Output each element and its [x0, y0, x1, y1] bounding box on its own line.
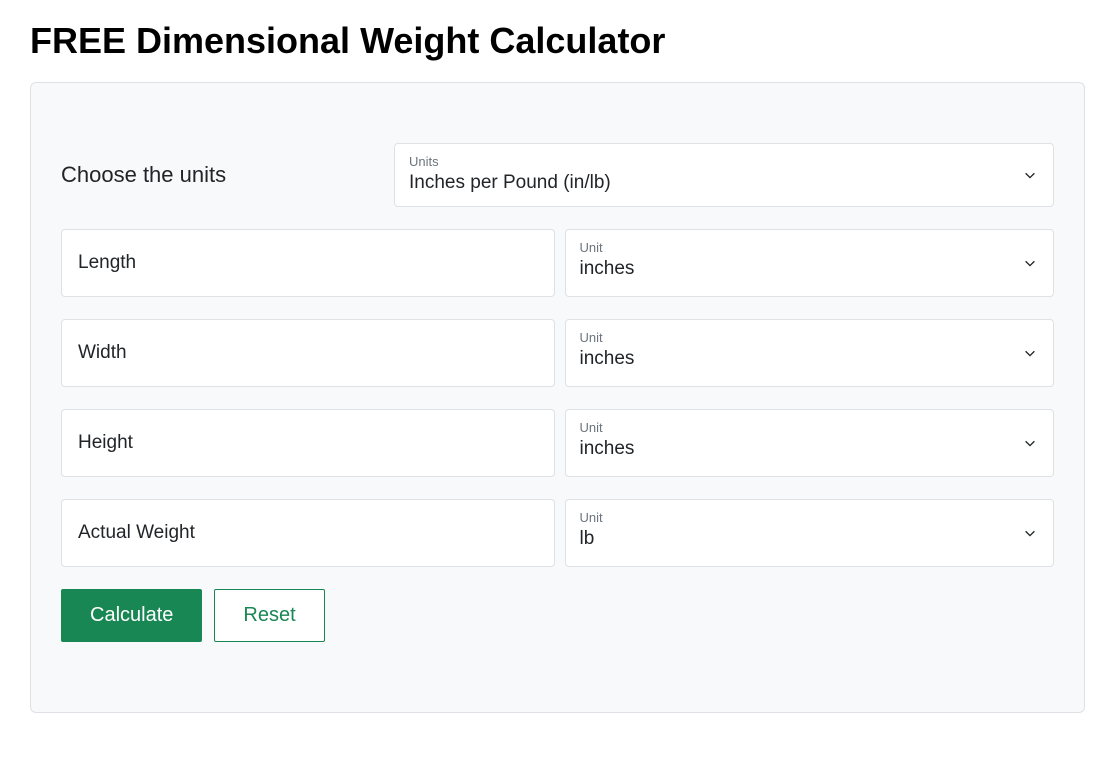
length-row: Unit inches [61, 229, 1054, 297]
chevron-down-icon [1023, 346, 1037, 360]
units-select-label: Units [409, 154, 1039, 170]
page-title: FREE Dimensional Weight Calculator [30, 20, 1087, 62]
reset-button[interactable]: Reset [214, 589, 324, 642]
weight-unit-value: lb [580, 526, 1040, 553]
height-row: Unit inches [61, 409, 1054, 477]
units-row: Choose the units Units Inches per Pound … [61, 143, 1054, 207]
chevron-down-icon [1023, 526, 1037, 540]
width-row: Unit inches [61, 319, 1054, 387]
chevron-down-icon [1023, 256, 1037, 270]
actual-weight-input[interactable] [61, 499, 555, 567]
calculate-button[interactable]: Calculate [61, 589, 202, 642]
units-select-value: Inches per Pound (in/lb) [409, 170, 1039, 197]
units-section-label: Choose the units [61, 162, 394, 188]
chevron-down-icon [1023, 436, 1037, 450]
weight-unit-label: Unit [580, 510, 1040, 526]
height-input[interactable] [61, 409, 555, 477]
units-select[interactable]: Units Inches per Pound (in/lb) [394, 143, 1054, 207]
height-unit-value: inches [580, 436, 1040, 463]
chevron-down-icon [1023, 168, 1037, 182]
width-input[interactable] [61, 319, 555, 387]
length-unit-label: Unit [580, 240, 1040, 256]
height-unit-select[interactable]: Unit inches [565, 409, 1055, 477]
width-unit-select[interactable]: Unit inches [565, 319, 1055, 387]
length-unit-select[interactable]: Unit inches [565, 229, 1055, 297]
width-unit-value: inches [580, 346, 1040, 373]
weight-row: Unit lb [61, 499, 1054, 567]
width-unit-label: Unit [580, 330, 1040, 346]
weight-unit-select[interactable]: Unit lb [565, 499, 1055, 567]
height-unit-label: Unit [580, 420, 1040, 436]
button-row: Calculate Reset [61, 589, 1054, 642]
calculator-panel: Choose the units Units Inches per Pound … [30, 82, 1085, 713]
length-unit-value: inches [580, 256, 1040, 283]
length-input[interactable] [61, 229, 555, 297]
